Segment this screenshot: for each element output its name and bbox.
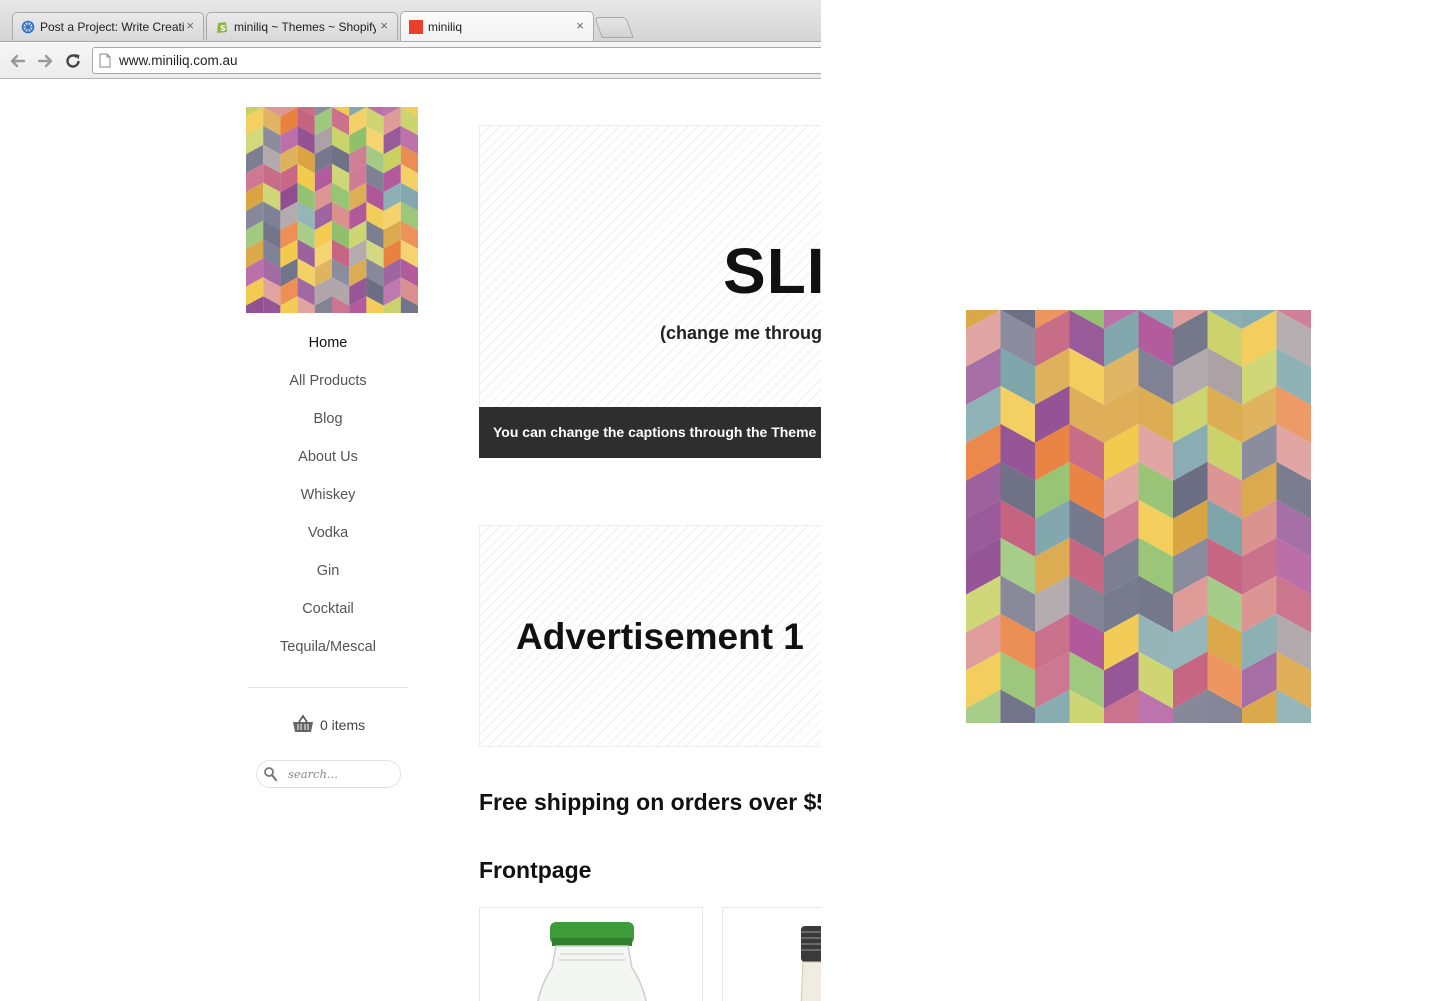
main-navigation: Home All Products Blog About Us Whiskey …	[248, 332, 408, 674]
cart-count: 0 items	[320, 717, 366, 733]
tab-title: Post a Project: Write Creati	[40, 20, 185, 34]
screenshot-root: Post a Project: Write Creati × S miniliq…	[0, 0, 1441, 1001]
advertisement-banner[interactable]: Advertisement 1	[479, 525, 821, 747]
svg-text:S: S	[220, 24, 226, 33]
dark-cap-bottle-image	[800, 926, 821, 1001]
tab-shopify-themes[interactable]: S miniliq ~ Themes ~ Shopify ×	[206, 12, 398, 40]
tab-close-icon[interactable]: ×	[576, 18, 584, 33]
tab-title: miniliq ~ Themes ~ Shopify	[234, 20, 376, 34]
forward-arrow-icon[interactable]	[35, 51, 55, 71]
red-square-icon	[409, 20, 423, 34]
chevron-pattern-image	[246, 107, 418, 313]
product-card[interactable]	[722, 907, 821, 1001]
slide-caption-text: You can change the captions through the …	[493, 424, 821, 440]
basket-icon	[293, 714, 313, 732]
nav-item-home[interactable]: Home	[248, 332, 408, 370]
tab-close-icon[interactable]: ×	[380, 18, 388, 33]
tab-miniliq[interactable]: miniliq ×	[400, 11, 594, 41]
search-box	[256, 760, 401, 788]
nav-item-about-us[interactable]: About Us	[248, 446, 408, 484]
url-text: www.miniliq.com.au	[119, 53, 238, 68]
nav-item-gin[interactable]: Gin	[248, 560, 408, 598]
page-icon	[99, 53, 111, 68]
shipping-notice: Free shipping on orders over $50	[479, 789, 821, 815]
nav-item-vodka[interactable]: Vodka	[248, 522, 408, 560]
frontpage-heading: Frontpage	[479, 857, 592, 883]
site-logo[interactable]	[246, 107, 418, 313]
advertisement-label: Advertisement 1	[516, 616, 804, 657]
green-cap-bottle-image	[537, 922, 647, 1001]
nav-item-tequila-mescal[interactable]: Tequila/Mescal	[248, 636, 408, 674]
nav-item-cocktail[interactable]: Cocktail	[248, 598, 408, 636]
nav-item-whiskey[interactable]: Whiskey	[248, 484, 408, 522]
tab-post-project[interactable]: Post a Project: Write Creati ×	[12, 12, 204, 40]
nav-item-blog[interactable]: Blog	[248, 408, 408, 446]
search-input[interactable]	[288, 765, 388, 783]
tab-close-icon[interactable]: ×	[186, 18, 194, 33]
nav-item-all-products[interactable]: All Products	[248, 370, 408, 408]
slide-title: SLIDE	[723, 235, 821, 307]
address-bar[interactable]: www.miniliq.com.au	[92, 47, 821, 74]
product-card[interactable]	[479, 907, 703, 1001]
chevron-pattern-image	[966, 310, 1311, 723]
tab-title: miniliq	[428, 20, 463, 34]
large-pattern-image	[966, 310, 1311, 723]
back-arrow-icon[interactable]	[8, 51, 28, 71]
slide-subtitle: (change me through the Theme Settings)	[660, 323, 821, 343]
tab-strip: Post a Project: Write Creati × S miniliq…	[0, 0, 821, 42]
slide-caption: You can change the captions through the …	[479, 407, 821, 458]
magnifier-icon[interactable]	[263, 766, 279, 782]
shopify-icon: S	[217, 22, 227, 33]
web-page: Home All Products Blog About Us Whiskey …	[0, 80, 821, 1001]
freelancer-icon	[21, 20, 35, 34]
reload-icon[interactable]	[63, 51, 83, 71]
browser-window: Post a Project: Write Creati × S miniliq…	[0, 0, 821, 1001]
browser-toolbar: www.miniliq.com.au	[0, 41, 821, 79]
sidebar-divider	[248, 687, 408, 688]
new-tab-button[interactable]	[594, 17, 634, 38]
